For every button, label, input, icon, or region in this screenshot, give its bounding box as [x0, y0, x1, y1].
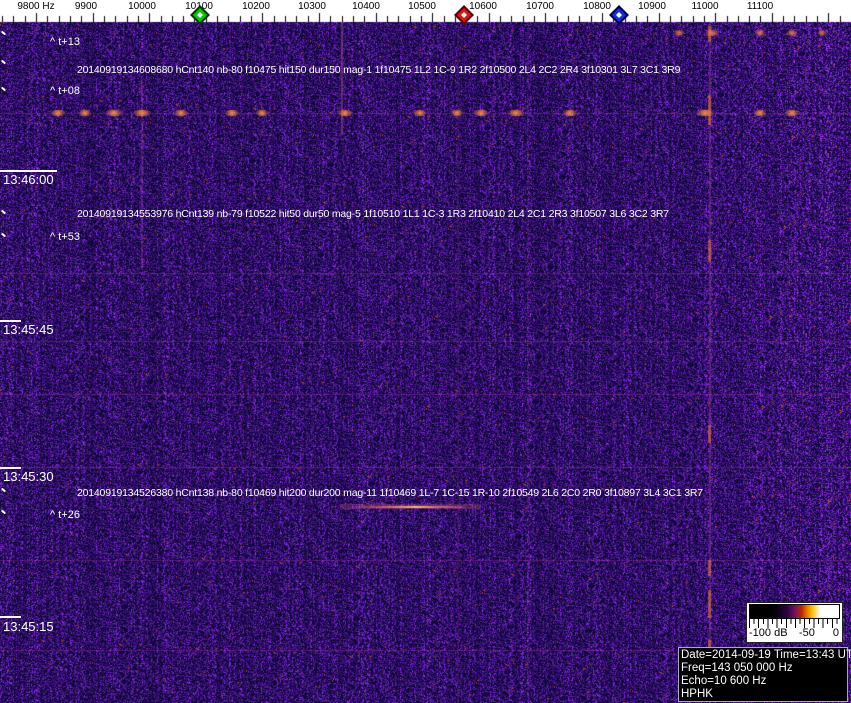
- event-detail-line: 20140919134553976 hCnt139 nb-79 f10522 h…: [77, 208, 669, 220]
- event-time-offset: ^ t+13: [50, 36, 80, 48]
- freq-tick-label: 10800: [583, 1, 611, 12]
- freq-tick-label: 10300: [298, 1, 326, 12]
- red-diamond-marker[interactable]: [454, 5, 474, 25]
- time-label: 13:45:30: [3, 469, 54, 484]
- event-time-offset: ^ t+53: [50, 231, 80, 243]
- info-echo: Echo=10 600 Hz: [681, 675, 767, 687]
- time-label: 13:45:45: [3, 322, 54, 337]
- spectrogram-window: 9800 Hz 9900 10000 10100 10200 10300 104…: [0, 0, 851, 703]
- db-max-label: 0: [832, 627, 839, 639]
- freq-tick-label: 10500: [408, 1, 436, 12]
- freq-tick-label: 10200: [242, 1, 270, 12]
- green-diamond-marker[interactable]: [190, 5, 210, 25]
- db-mid-label: -50: [799, 627, 815, 639]
- freq-tick-label: 10000: [128, 1, 156, 12]
- freq-tick-label: 11000: [691, 1, 719, 12]
- event-time-offset: ^ t+26: [50, 509, 80, 521]
- info-date-time: Date=2014-09-19 Time=13:43 UTC: [681, 649, 851, 661]
- event-time-offset: ^ t+08: [50, 85, 80, 97]
- time-tick-line: [0, 616, 21, 618]
- freq-tick-label: 10900: [638, 1, 666, 12]
- freq-tick-label: 9900: [74, 1, 98, 12]
- db-min-label: -100 dB: [749, 627, 788, 639]
- freq-tick-label: 10400: [352, 1, 380, 12]
- event-detail-line: 20140919134608680 hCnt140 nb-80 f10475 h…: [77, 64, 681, 76]
- color-scale-labels: -100 dB -50 0: [747, 627, 842, 641]
- info-station-id: HPHK: [681, 688, 713, 700]
- freq-tick-label: 9800 Hz: [17, 1, 55, 12]
- freq-tick-label: 11100: [746, 1, 774, 12]
- time-label: 13:45:15: [3, 619, 54, 634]
- db-color-scale: -100 dB -50 0: [746, 602, 843, 643]
- freq-tick-label: 10700: [526, 1, 554, 12]
- color-gradient-bar: [749, 604, 840, 619]
- blue-diamond-marker[interactable]: [609, 5, 629, 25]
- info-frequency: Freq=143 050 000 Hz: [681, 662, 793, 674]
- status-info-box: Date=2014-09-19 Time=13:43 UTC Freq=143 …: [678, 647, 851, 702]
- event-detail-line: 20140919134526380 hCnt138 nb-80 f10469 h…: [77, 487, 703, 499]
- time-label: 13:46:00: [3, 172, 54, 187]
- spectrogram-waterfall-canvas: [0, 0, 851, 703]
